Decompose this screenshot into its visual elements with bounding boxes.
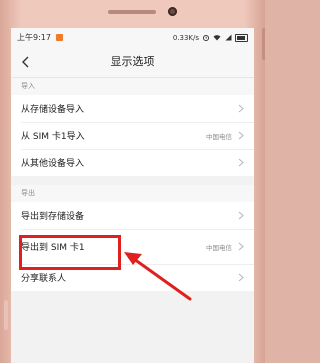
import-from-storage[interactable]: 从存储设备导入 xyxy=(11,95,254,122)
network-speed: 0.33K/s xyxy=(172,33,199,42)
chevron-right-icon xyxy=(238,104,244,113)
carrier-label: 中国电信 xyxy=(206,132,232,141)
chevron-right-icon xyxy=(238,242,244,251)
alarm-icon xyxy=(202,34,210,41)
row-label: 从 SIM 卡1导入 xyxy=(21,132,85,142)
import-section-header: 导入 xyxy=(11,78,254,95)
import-from-sim1[interactable]: 从 SIM 卡1导入 中国电信 xyxy=(11,122,254,149)
chevron-right-icon xyxy=(238,211,244,220)
share-contacts[interactable]: 分享联系人 xyxy=(11,264,254,291)
import-group: 从存储设备导入 从 SIM 卡1导入 中国电信 从其他设备导入 xyxy=(11,95,254,176)
earpiece xyxy=(108,10,156,14)
page-title: 显示选项 xyxy=(110,55,155,68)
chevron-right-icon xyxy=(238,158,244,167)
battery-icon xyxy=(235,33,248,42)
battery-fill xyxy=(237,35,245,40)
side-button-left xyxy=(4,300,8,330)
signal-icon xyxy=(225,34,232,41)
row-label: 导出到存储设备 xyxy=(21,212,85,222)
side-button xyxy=(262,28,265,60)
export-group: 导出到存储设备 导出到 SIM 卡1 中国电信 分享联系人 xyxy=(11,202,254,291)
row-label: 分享联系人 xyxy=(21,274,67,284)
export-to-storage[interactable]: 导出到存储设备 xyxy=(11,202,254,229)
export-to-sim1[interactable]: 导出到 SIM 卡1 中国电信 xyxy=(11,229,254,264)
row-label: 从其他设备导入 xyxy=(21,159,85,169)
status-right: 0.33K/s xyxy=(172,33,248,42)
title-bar: 显示选项 xyxy=(11,47,254,78)
import-from-other-device[interactable]: 从其他设备导入 xyxy=(11,149,254,176)
screen: 上午9:17 0.33K/s 显示选项 导入 从存储设备导入 从 SIM 卡1导… xyxy=(11,28,254,363)
notification-icon xyxy=(55,34,63,41)
status-bar: 上午9:17 0.33K/s xyxy=(11,28,254,47)
status-time: 上午9:17 xyxy=(17,33,51,42)
chevron-right-icon xyxy=(238,131,244,140)
row-label: 从存储设备导入 xyxy=(21,105,85,115)
export-section-header: 导出 xyxy=(11,185,254,202)
wifi-icon xyxy=(213,35,221,41)
chevron-right-icon xyxy=(238,273,244,282)
carrier-label: 中国电信 xyxy=(206,243,232,252)
section-divider xyxy=(11,176,254,185)
front-camera xyxy=(168,7,177,16)
row-label: 导出到 SIM 卡1 xyxy=(21,243,85,253)
